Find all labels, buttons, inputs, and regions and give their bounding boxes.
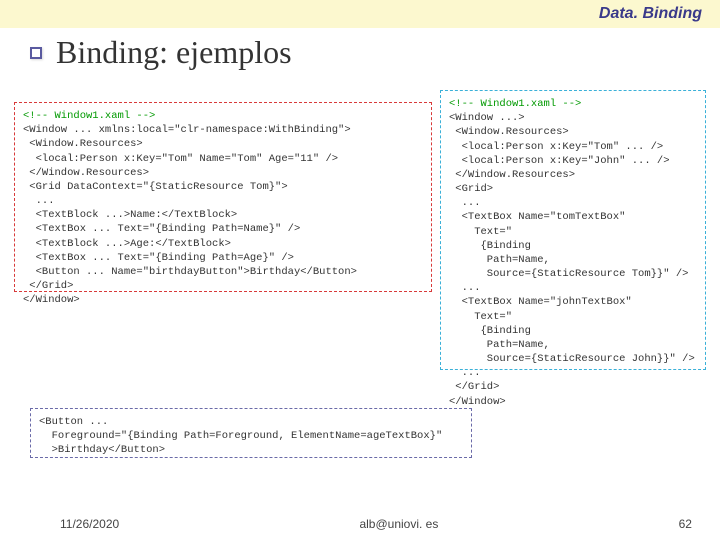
footer-date: 11/26/2020 [60,517,119,531]
title-bullet-icon [30,47,42,59]
code-block-right: <!-- Window1.xaml --> <Window ...> <Wind… [440,90,706,370]
code-comment: <!-- Window1.xaml --> [449,98,581,110]
slide: Data. Binding Binding: ejemplos <!-- Win… [0,0,720,540]
code-block-bottom: <Button ... Foreground="{Binding Path=Fo… [30,408,472,458]
content-area: <!-- Window1.xaml --> <Window ... xmlns:… [0,90,720,490]
slide-title: Binding: ejemplos [56,34,292,71]
footer-page: 62 [679,517,692,531]
footer-email: alb@uniovi. es [359,517,438,531]
header-topic: Data. Binding [599,5,702,23]
header-bar: Data. Binding [0,0,720,28]
code-comment: <!-- Window1.xaml --> [23,110,155,122]
title-row: Binding: ejemplos [0,28,720,71]
code-block-left: <!-- Window1.xaml --> <Window ... xmlns:… [14,102,432,292]
code-body: <Window ... xmlns:local="clr-namespace:W… [23,124,357,306]
footer: 11/26/2020 alb@uniovi. es 62 [0,508,720,540]
code-body: <Window ...> <Window.Resources> <local:P… [449,112,695,407]
code-body: <Button ... Foreground="{Binding Path=Fo… [39,416,442,456]
